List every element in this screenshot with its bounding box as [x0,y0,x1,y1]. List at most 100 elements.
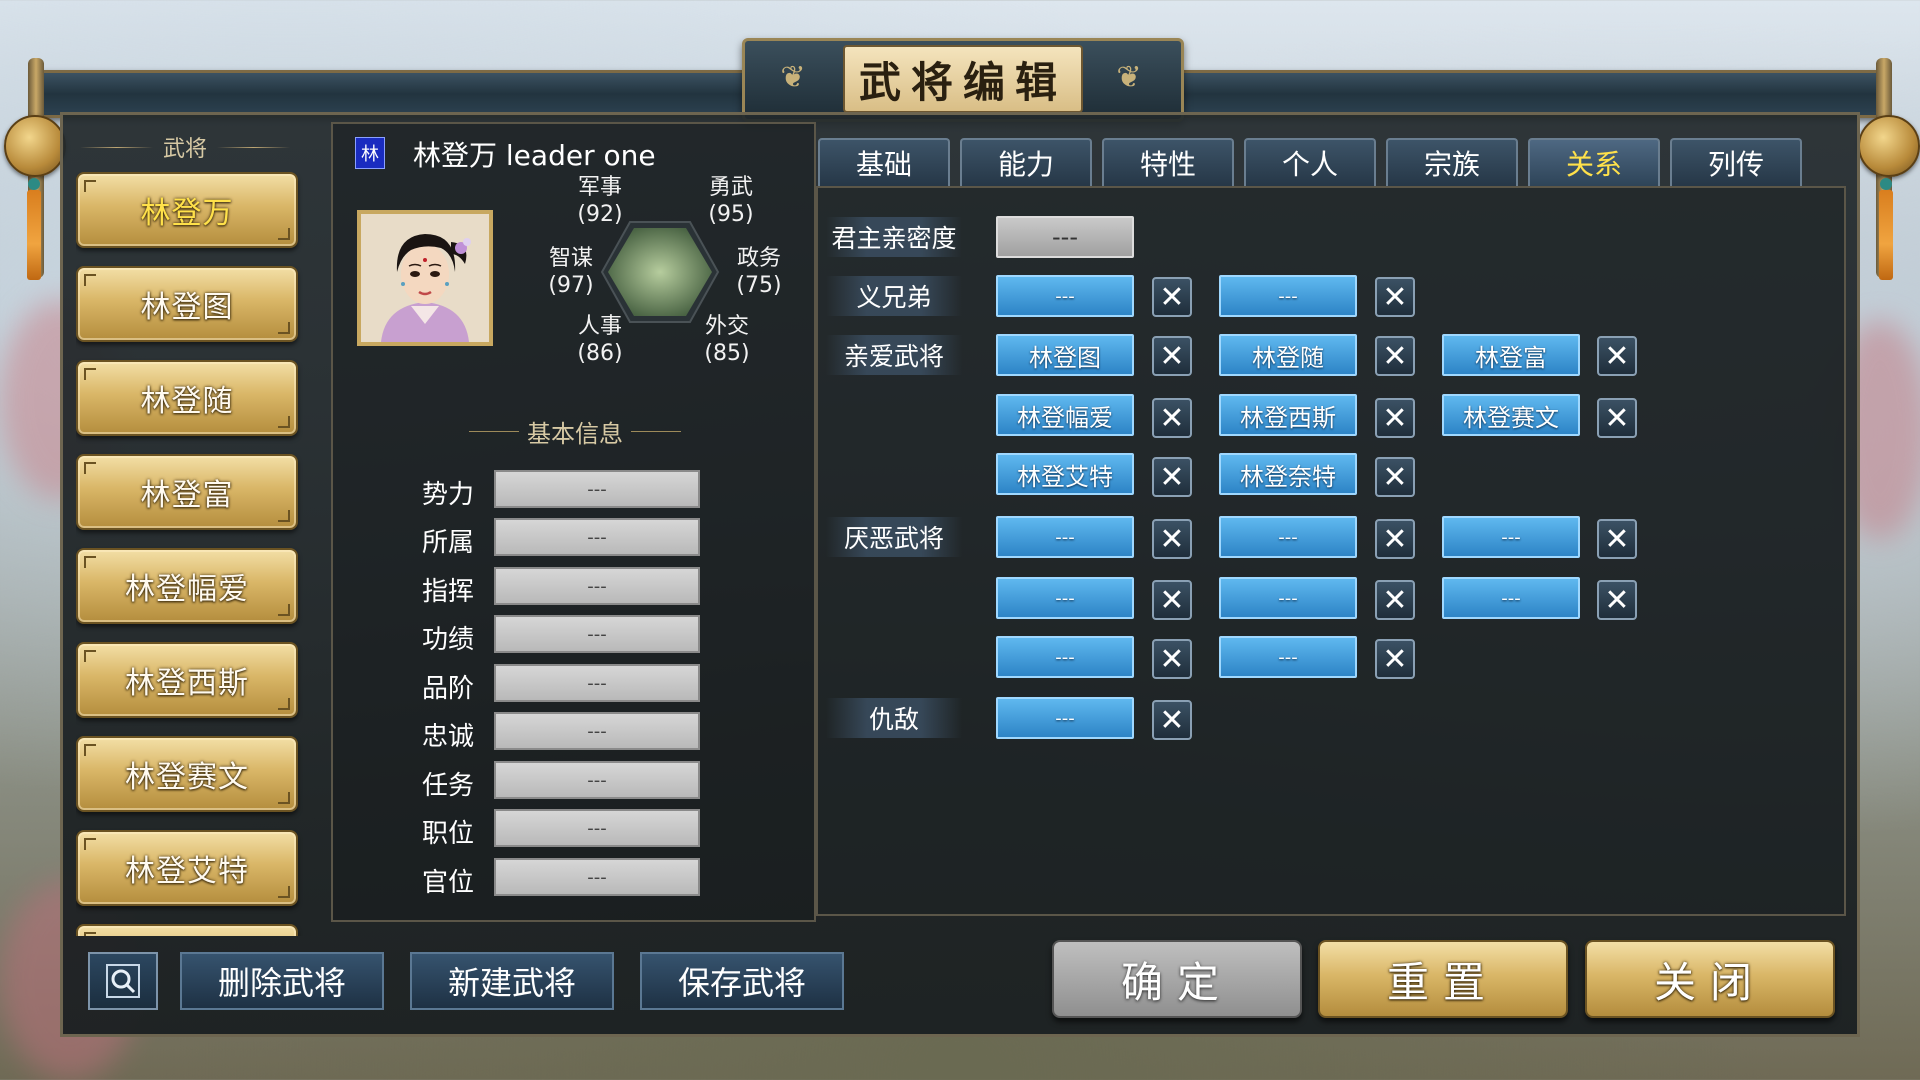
remove-disliked-button[interactable]: ✕ [1375,519,1415,559]
stat-label: 军事 [577,175,622,200]
tassel-right-icon [1879,190,1893,280]
disliked-general-slot[interactable]: --- [1219,516,1357,558]
disliked-general-slot[interactable]: --- [996,516,1134,558]
remove-sworn-brother-button[interactable]: ✕ [1375,277,1415,317]
remove-favored-button[interactable]: ✕ [1597,336,1637,376]
general-item-1[interactable]: 林登万 [76,172,298,248]
general-item-4[interactable]: 林登富 [76,454,298,530]
general-item-5[interactable]: 林登幅爱 [76,548,298,624]
general-item-partial[interactable] [76,924,298,936]
general-list[interactable]: 林登万 林登图 林登随 林登富 林登幅爱 林登西斯 林登赛文 林登艾特 [76,172,304,936]
sworn-brother-slot[interactable]: --- [1219,275,1357,317]
remove-disliked-button[interactable]: ✕ [1152,519,1192,559]
disliked-general-slot[interactable]: --- [996,636,1134,678]
disliked-general-slot[interactable]: --- [1219,577,1357,619]
general-list-header: 武将 [80,132,291,162]
general-item-2[interactable]: 林登图 [76,266,298,342]
portrait-image [361,214,489,342]
divider [631,430,681,432]
tab-traits[interactable]: 特性 [1102,138,1234,186]
favored-general-slot[interactable]: 林登幅爱 [996,394,1134,436]
basic-info-title-label: 基本信息 [527,419,623,448]
field-office[interactable]: --- [494,858,700,896]
medallion-right-icon [1858,115,1920,177]
delete-general-button[interactable]: 删除武将 [180,952,384,1010]
field-task[interactable]: --- [494,761,700,799]
field-label: 职位 [421,819,474,849]
general-item-3[interactable]: 林登随 [76,360,298,436]
field-loyalty[interactable]: --- [494,712,700,750]
tab-clan[interactable]: 宗族 [1386,138,1518,186]
general-item-7[interactable]: 林登赛文 [76,736,298,812]
remove-favored-button[interactable]: ✕ [1375,457,1415,497]
stat-hexagon-chart [600,220,720,324]
search-button[interactable] [88,952,158,1010]
general-name: 林登万 leader one [413,139,656,172]
reset-button[interactable]: 重置 [1318,940,1568,1018]
tab-biography[interactable]: 列传 [1670,138,1802,186]
tab-relations[interactable]: 关系 [1528,138,1660,186]
new-general-button[interactable]: 新建武将 [410,952,614,1010]
stat-label: 勇武 [708,175,753,200]
title-plaque: ❦ 武将编辑 ❦ [742,38,1184,122]
stat-value: (85) [704,341,750,366]
window-title: 武将编辑 [843,45,1083,113]
field-label: 任务 [421,771,474,801]
search-icon [106,964,140,998]
general-portrait [357,210,493,346]
tab-ability[interactable]: 能力 [960,138,1092,186]
confirm-button[interactable]: 确定 [1052,940,1302,1018]
favored-general-slot[interactable]: 林登奈特 [1219,453,1357,495]
remove-enemy-button[interactable]: ✕ [1152,700,1192,740]
remove-disliked-button[interactable]: ✕ [1152,639,1192,679]
save-general-button[interactable]: 保存武将 [640,952,844,1010]
favored-general-slot[interactable]: 林登随 [1219,334,1357,376]
tab-personal[interactable]: 个人 [1244,138,1376,186]
general-item-8[interactable]: 林登艾特 [76,830,298,906]
field-label: 指挥 [421,577,474,607]
general-item-6[interactable]: 林登西斯 [76,642,298,718]
favored-general-slot[interactable]: 林登赛文 [1442,394,1580,436]
remove-disliked-button[interactable]: ✕ [1375,639,1415,679]
remove-favored-button[interactable]: ✕ [1152,457,1192,497]
field-label: 官位 [421,868,474,898]
lord-affinity-field[interactable]: --- [996,216,1134,258]
remove-favored-button[interactable]: ✕ [1152,336,1192,376]
favored-general-slot[interactable]: 林登西斯 [1219,394,1357,436]
field-rank[interactable]: --- [494,664,700,702]
stat-politics: 政务 (75) [714,245,804,299]
remove-favored-button[interactable]: ✕ [1375,398,1415,438]
hexagon-icon [600,221,720,323]
disliked-general-slot[interactable]: --- [1442,516,1580,558]
lord-affinity-label: 君主亲密度 [826,217,962,257]
field-command[interactable]: --- [494,567,700,605]
tab-basic[interactable]: 基础 [818,138,950,186]
basic-info-title: 基本信息 [440,414,710,448]
favored-general-slot[interactable]: 林登图 [996,334,1134,376]
remove-disliked-button[interactable]: ✕ [1597,580,1637,620]
remove-disliked-button[interactable]: ✕ [1375,580,1415,620]
tassel-bead-right [1880,178,1892,190]
close-button[interactable]: 关闭 [1585,940,1835,1018]
remove-sworn-brother-button[interactable]: ✕ [1152,277,1192,317]
favored-general-slot[interactable]: 林登艾特 [996,453,1134,495]
field-affiliation[interactable]: --- [494,518,700,556]
field-merit[interactable]: --- [494,615,700,653]
remove-favored-button[interactable]: ✕ [1152,398,1192,438]
field-faction[interactable]: --- [494,470,700,508]
disliked-general-slot[interactable]: --- [1219,636,1357,678]
remove-favored-button[interactable]: ✕ [1597,398,1637,438]
remove-favored-button[interactable]: ✕ [1375,336,1415,376]
disliked-general-slot[interactable]: --- [996,577,1134,619]
favored-general-slot[interactable]: 林登富 [1442,334,1580,376]
enemy-slot[interactable]: --- [996,697,1134,739]
remove-disliked-button[interactable]: ✕ [1152,580,1192,620]
general-list-header-label: 武将 [163,137,208,162]
remove-disliked-button[interactable]: ✕ [1597,519,1637,559]
disliked-general-slot[interactable]: --- [1442,577,1580,619]
cloud-ornament-right-icon: ❦ [1116,60,1142,95]
stat-label: 政务 [736,246,781,271]
field-post[interactable]: --- [494,809,700,847]
sworn-brother-slot[interactable]: --- [996,275,1134,317]
divider [80,146,153,148]
